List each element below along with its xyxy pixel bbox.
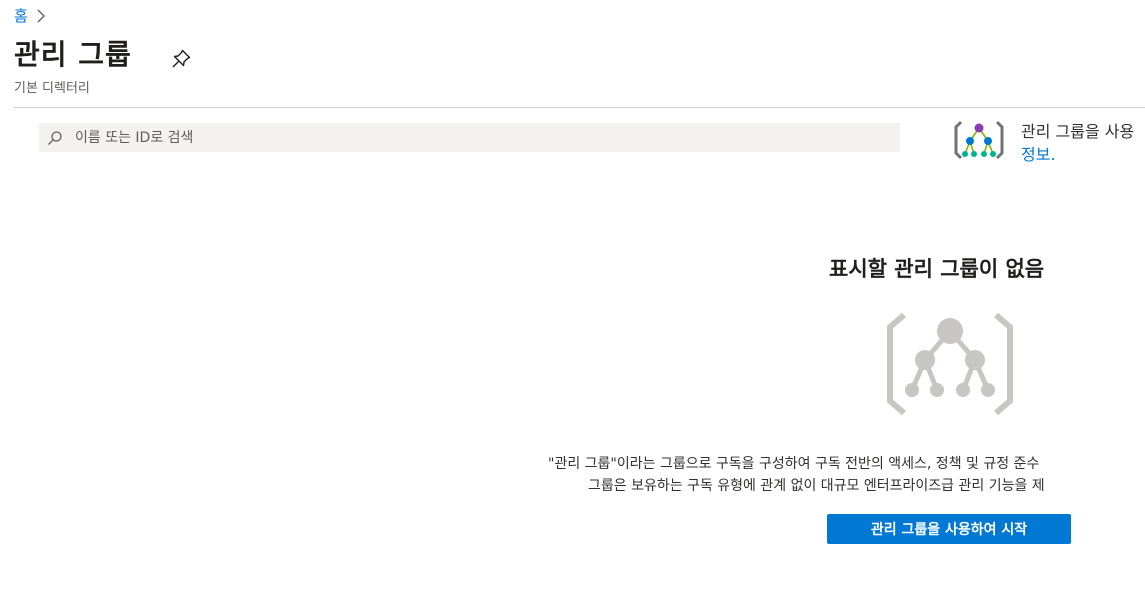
page-subtitle: 기본 디렉터리: [14, 81, 90, 96]
management-groups-icon: [954, 120, 1004, 160]
breadcrumb-home-link[interactable]: 홈: [14, 5, 28, 26]
search-input[interactable]: [75, 129, 875, 146]
pin-icon[interactable]: [170, 48, 192, 70]
management-groups-illustration: [887, 312, 1013, 416]
header-divider: [14, 107, 1145, 108]
start-using-management-groups-button[interactable]: 관리 그룹을 사용하여 시작: [827, 514, 1071, 544]
search-icon: [48, 130, 62, 145]
info-panel: 관리 그룹을 사용 정보.: [952, 116, 1145, 166]
search-box[interactable]: [39, 123, 900, 152]
management-groups-page: 홈 관리 그룹 기본 디렉터리 이름 또는 ID로 검색 관리 그룹을 사용 정…: [0, 0, 1145, 610]
empty-state-description-line1: "관리 그룹"이라는 그룹으로 구독을 구성하여 구독 전반의 액세스, 정책 …: [548, 456, 1040, 472]
info-text: 관리 그룹을 사용: [1021, 122, 1135, 141]
page-title: 관리 그룹: [14, 38, 132, 71]
empty-state-title: 표시할 관리 그룹이 없음: [829, 257, 1045, 281]
chevron-right-icon: [37, 9, 45, 22]
info-learn-more-link[interactable]: 정보.: [1021, 141, 1056, 165]
empty-state-description-line2: 그룹은 보유하는 구독 유형에 관계 없이 대규모 엔터프라이즈급 관리 기능을…: [588, 478, 1045, 494]
breadcrumb: 홈: [14, 5, 46, 26]
